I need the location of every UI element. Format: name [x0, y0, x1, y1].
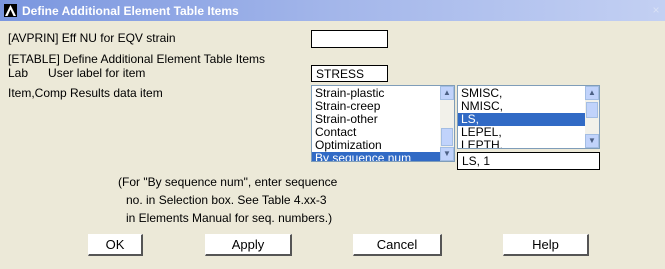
avprin-label: [AVPRIN] Eff NU for EQV strain: [8, 31, 176, 45]
item-category-items: Strain-plastic Strain-creep Strain-other…: [312, 87, 440, 161]
title-bar: Define Additional Element Table Items ×: [0, 0, 665, 21]
scroll-down-icon[interactable]: ▼: [585, 134, 599, 148]
selection-input[interactable]: LS, 1: [457, 152, 600, 170]
cancel-button[interactable]: Cancel: [353, 234, 442, 256]
dialog-title: Define Additional Element Table Items: [22, 4, 239, 18]
list-item-selected[interactable]: By sequence num: [312, 152, 440, 161]
scroll-thumb[interactable]: [441, 128, 453, 146]
note-line: in Elements Manual for seq. numbers.): [126, 211, 333, 225]
note-line: (For "By sequence num", enter sequence: [118, 175, 338, 189]
list-item[interactable]: LEPTH,: [458, 139, 585, 149]
item-comp-label: Item,Comp Results data item: [8, 86, 163, 100]
scroll-down-icon[interactable]: ▼: [440, 147, 454, 161]
scroll-thumb[interactable]: [586, 102, 598, 118]
component-items: SMISC, NMISC, LS, LEPEL, LEPTH,: [458, 87, 585, 149]
close-icon[interactable]: ×: [649, 4, 663, 17]
component-list[interactable]: SMISC, NMISC, LS, LEPEL, LEPTH, ▲ ▼: [457, 85, 600, 149]
ok-button[interactable]: OK: [88, 234, 143, 256]
scroll-up-icon[interactable]: ▲: [585, 86, 599, 100]
sequence-note: (For "By sequence num", enter sequence n…: [118, 173, 337, 227]
help-button[interactable]: Help: [503, 234, 589, 256]
define-element-table-dialog: Define Additional Element Table Items × …: [0, 0, 665, 269]
avprin-input[interactable]: [311, 30, 388, 48]
item-category-scrollbar[interactable]: ▲ ▼: [440, 86, 454, 161]
apply-button[interactable]: Apply: [205, 234, 292, 256]
ansys-logo-icon: [4, 4, 17, 17]
note-line: no. in Selection box. See Table 4.xx-3: [126, 193, 327, 207]
scroll-up-icon[interactable]: ▲: [440, 86, 454, 100]
lab-input[interactable]: STRESS: [311, 65, 388, 82]
etable-label: [ETABLE] Define Additional Element Table…: [8, 52, 266, 66]
item-category-list[interactable]: Strain-plastic Strain-creep Strain-other…: [311, 85, 455, 162]
lab-label: Lab User label for item: [8, 66, 146, 80]
component-scrollbar[interactable]: ▲ ▼: [585, 86, 599, 148]
